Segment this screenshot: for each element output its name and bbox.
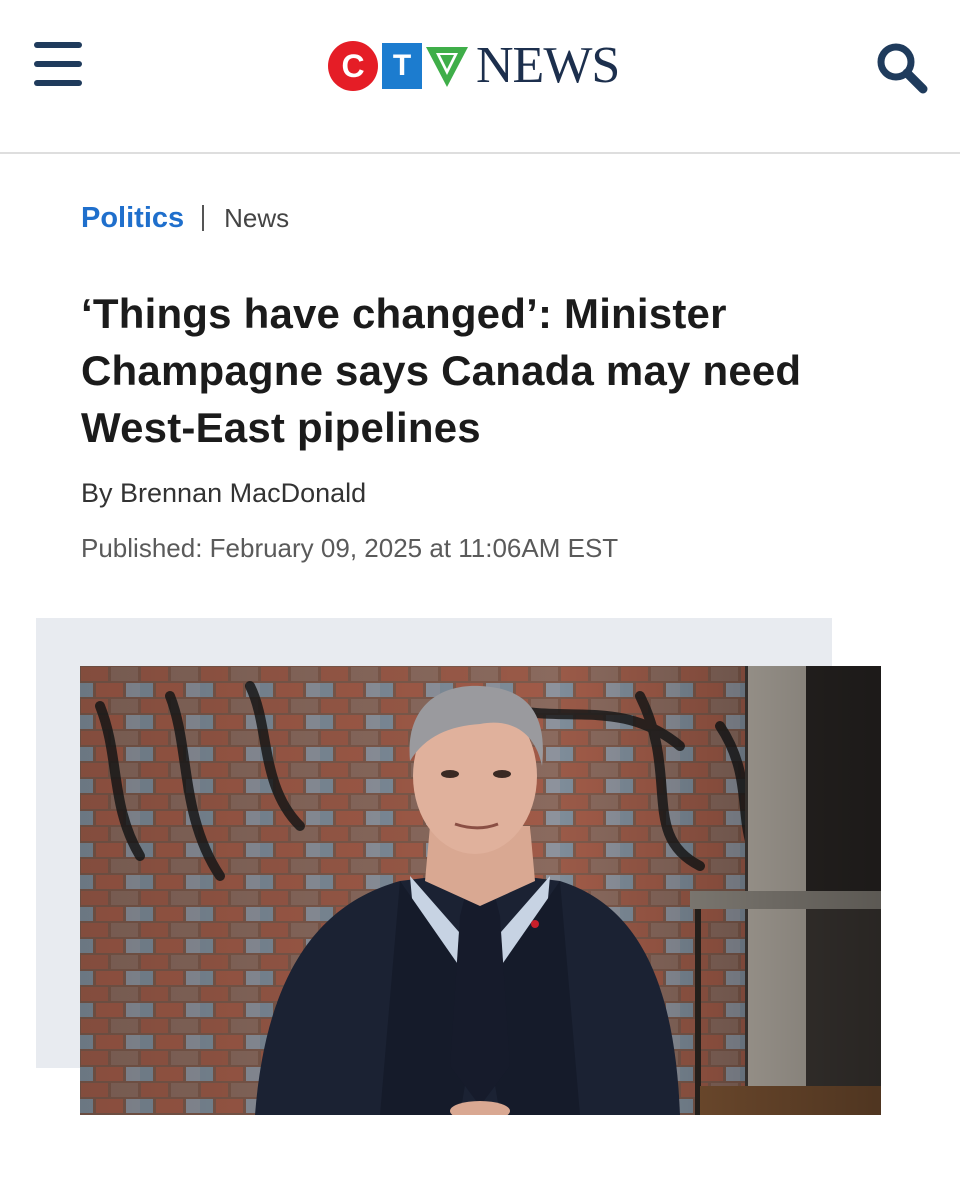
article-byline: By Brennan MacDonald [81,478,366,509]
breadcrumb: Politics News [81,198,289,238]
breadcrumb-divider [202,205,205,231]
breadcrumb-news-link[interactable]: News [224,203,289,234]
logo-letter-c: C [328,41,378,91]
logo-letter-v [424,43,470,89]
logo-letter-t: T [382,43,422,89]
site-header: C T NEWS [0,0,960,154]
breadcrumb-politics-link[interactable]: Politics [81,202,184,235]
author-link[interactable]: Brennan MacDonald [120,478,366,508]
logo-word-news: NEWS [476,37,620,94]
article-hero-image[interactable] [80,666,881,1115]
search-icon[interactable] [872,38,930,96]
published-date: Published: February 09, 2025 at 11:06AM … [81,533,619,563]
byline-prefix: By [81,478,121,508]
ctv-news-logo[interactable]: C T NEWS [328,36,620,96]
hamburger-menu-icon[interactable] [34,42,82,88]
article-headline: ‘Things have changed’: Minister Champagn… [81,290,802,451]
